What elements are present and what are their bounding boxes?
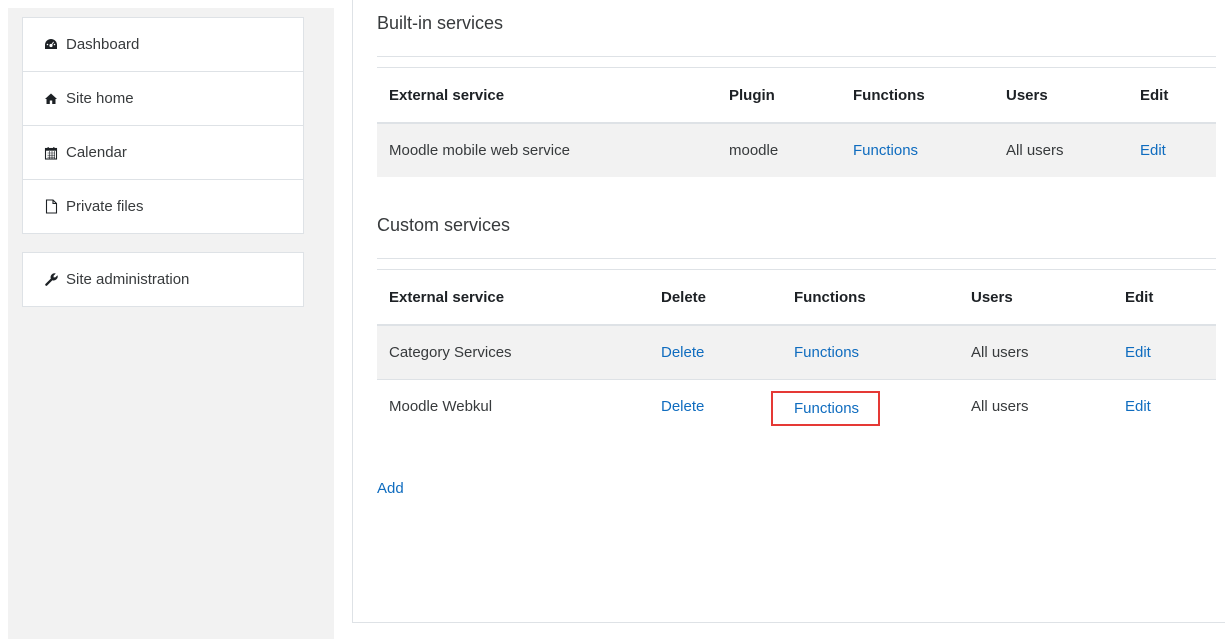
nav-item-site-administration[interactable]: Site administration [23, 253, 303, 306]
nav-item-label: Private files [66, 198, 144, 215]
custom-services-heading: Custom services [377, 215, 511, 235]
column-header: Edit [1113, 269, 1216, 326]
service-plugin: moodle [717, 123, 841, 177]
column-header: Functions [782, 269, 959, 326]
functions-link[interactable]: Functions [853, 142, 918, 159]
delete-link[interactable]: Delete [661, 398, 704, 415]
section-divider [377, 258, 1216, 259]
table-header-row: External service Plugin Functions Users … [377, 67, 1216, 124]
nav-item-label: Dashboard [66, 36, 140, 53]
nav-item-label: Site administration [66, 271, 190, 288]
primary-navigation: Dashboard Site home Calendar Private fil… [22, 17, 304, 234]
service-name: Moodle mobile web service [377, 123, 717, 177]
column-header: Users [994, 67, 1128, 124]
edit-link[interactable]: Edit [1125, 398, 1151, 415]
column-header: Edit [1128, 67, 1216, 124]
highlight-box: Functions [770, 391, 881, 426]
calendar-icon [43, 145, 59, 161]
nav-item-calendar[interactable]: Calendar [23, 126, 303, 180]
nav-item-private-files[interactable]: Private files [23, 180, 303, 233]
column-header: Plugin [717, 67, 841, 124]
nav-item-label: Calendar [66, 144, 127, 161]
service-users: All users [994, 123, 1128, 177]
section-divider [377, 56, 1216, 57]
functions-link[interactable]: Functions [794, 400, 859, 417]
column-header: Users [959, 269, 1113, 326]
column-header: Functions [841, 67, 994, 124]
table-row: Moodle mobile web service moodle Functio… [377, 123, 1216, 177]
functions-link[interactable]: Functions [794, 344, 859, 361]
service-users: All users [959, 325, 1113, 380]
column-header: External service [377, 67, 717, 124]
wrench-icon [43, 272, 59, 288]
nav-item-label: Site home [66, 90, 134, 107]
main-content: Built-in services External service Plugi… [352, 0, 1225, 623]
nav-item-site-home[interactable]: Site home [23, 72, 303, 126]
column-header: External service [377, 269, 649, 326]
column-header: Delete [649, 269, 782, 326]
file-icon [43, 199, 59, 215]
admin-navigation: Site administration [22, 252, 304, 307]
delete-link[interactable]: Delete [661, 344, 704, 361]
service-name: Moodle Webkul [389, 398, 493, 415]
service-name: Category Services [377, 325, 649, 380]
service-users: All users [971, 398, 1029, 415]
dashboard-icon [43, 37, 59, 53]
custom-services-table: External service Delete Functions Users … [377, 269, 1216, 433]
builtin-services-table: External service Plugin Functions Users … [377, 67, 1216, 177]
nav-item-dashboard[interactable]: Dashboard [23, 18, 303, 72]
builtin-services-heading: Built-in services [377, 13, 504, 33]
table-row: Moodle Webkul Delete Functions All users… [377, 380, 1216, 434]
home-icon [43, 91, 59, 107]
edit-link[interactable]: Edit [1140, 142, 1166, 159]
edit-link[interactable]: Edit [1125, 344, 1151, 361]
table-row: Category Services Delete Functions All u… [377, 325, 1216, 380]
add-service-link[interactable]: Add [377, 480, 404, 497]
table-header-row: External service Delete Functions Users … [377, 269, 1216, 326]
